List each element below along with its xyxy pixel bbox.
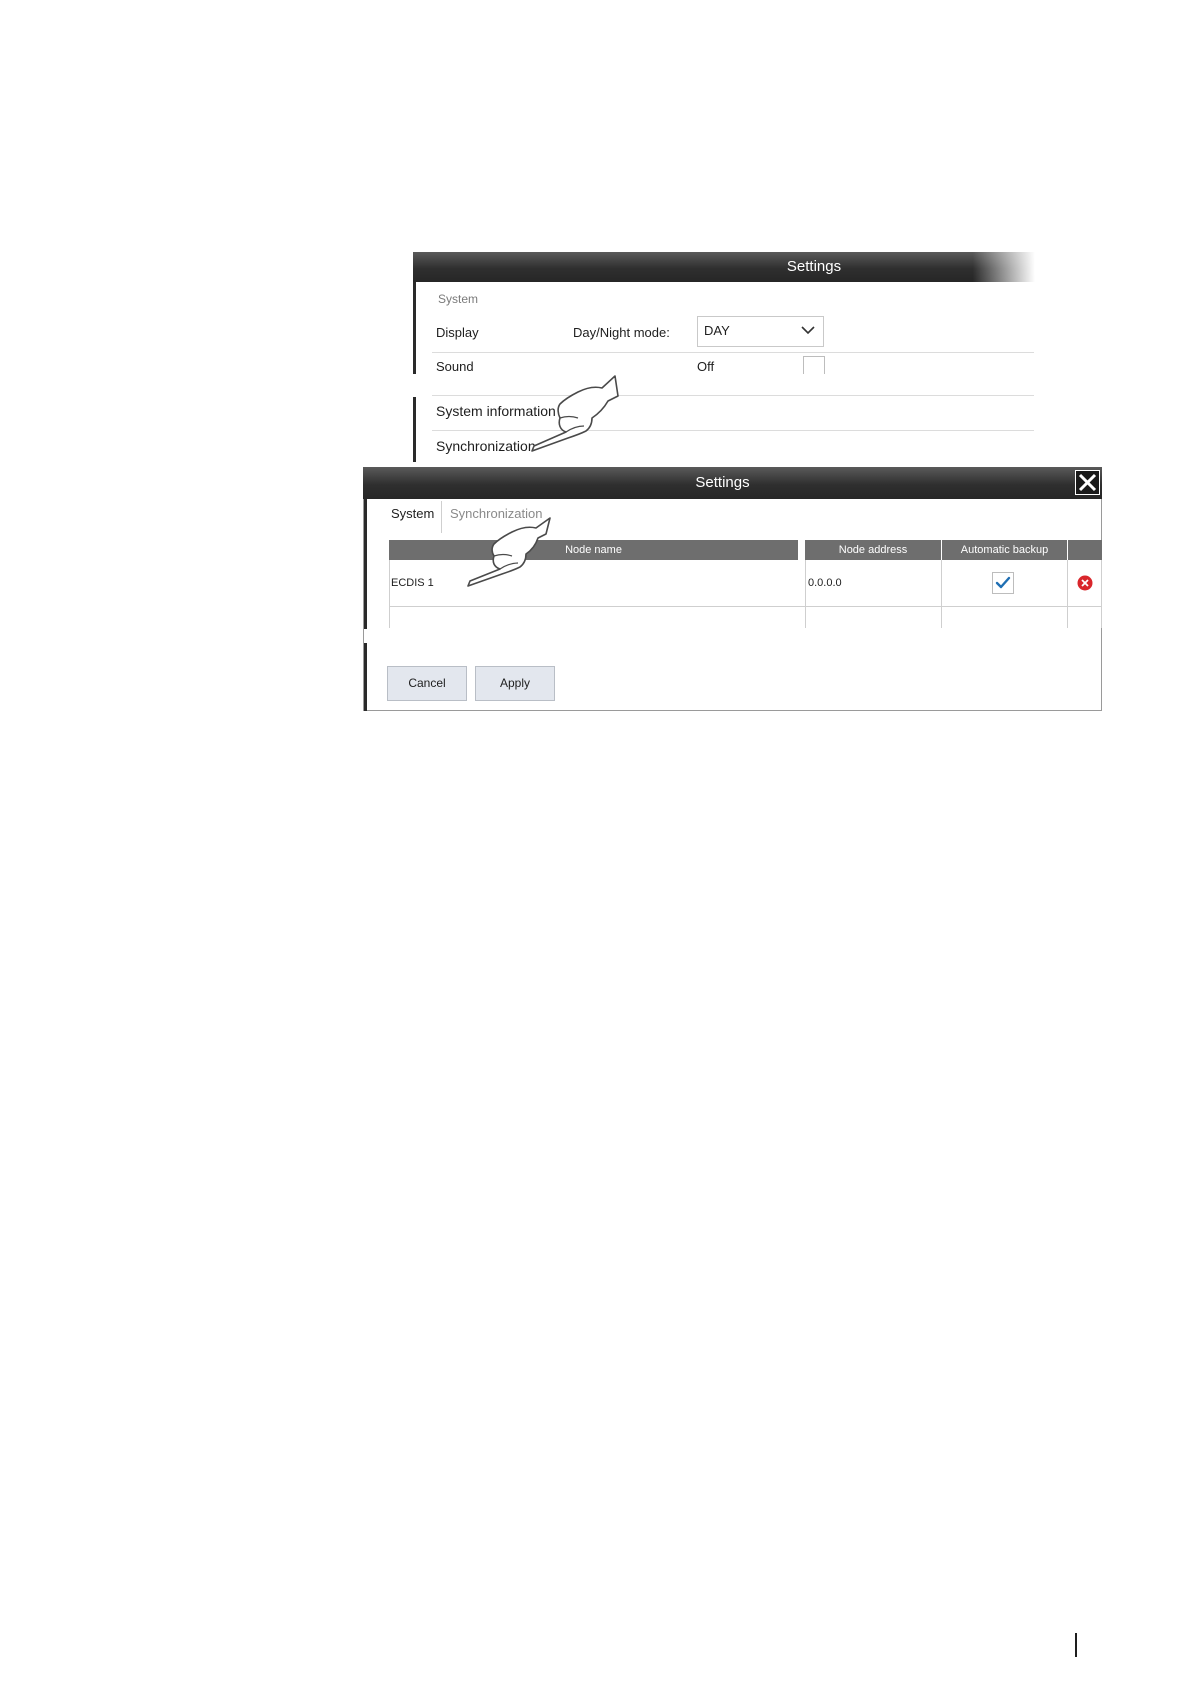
table-gridline [389, 606, 1102, 607]
cancel-button[interactable]: Cancel [387, 666, 467, 701]
table-gridline [805, 560, 806, 628]
display-row-label[interactable]: Display [436, 325, 479, 340]
apply-button[interactable]: Apply [475, 666, 555, 701]
synchronization-item[interactable]: Synchronization [436, 438, 536, 454]
automatic-backup-checkbox[interactable] [992, 572, 1014, 594]
panel-edge [413, 282, 416, 374]
system-settings-panel: Settings System Display Day/Night mode: … [413, 252, 1035, 462]
sound-value: Off [697, 359, 715, 374]
close-button[interactable] [1075, 470, 1100, 495]
day-night-mode-dropdown[interactable]: DAY [697, 316, 824, 347]
settings-dialog-title: Settings [695, 474, 750, 491]
day-night-mode-label: Day/Night mode: [573, 325, 670, 340]
settings-dialog-titlebar: Settings [363, 467, 1102, 499]
column-header-node-name: Node name [389, 540, 798, 560]
delete-node-icon[interactable] [1077, 575, 1093, 591]
row-divider [432, 352, 1034, 353]
sound-row-label[interactable]: Sound [436, 359, 474, 374]
pointing-hand-icon [531, 375, 619, 452]
table-gridline [941, 560, 942, 628]
chevron-down-icon [801, 326, 815, 335]
row-divider [432, 395, 1034, 396]
sound-checkbox[interactable] [803, 356, 825, 374]
column-header-delete [1068, 540, 1102, 560]
settings-titlebar: Settings [413, 252, 1035, 282]
table-gridline [389, 560, 390, 628]
dialog-edge [364, 499, 367, 629]
dialog-edge [364, 643, 367, 711]
close-icon [1078, 473, 1097, 492]
column-header-node-address: Node address [805, 540, 941, 560]
pointing-hand-icon [467, 517, 551, 587]
row-divider [432, 430, 1034, 431]
node-address-cell: 0.0.0.0 [808, 577, 842, 589]
tab-divider [441, 501, 442, 533]
checkmark-icon [995, 576, 1011, 589]
settings-title: Settings [786, 258, 842, 275]
table-gridline [1101, 560, 1102, 628]
tab-system[interactable]: System [391, 499, 434, 531]
page-number-marker [1075, 1633, 1077, 1657]
day-night-mode-value: DAY [704, 323, 730, 338]
column-header-automatic-backup: Automatic backup [942, 540, 1067, 560]
node-name-cell: ECDIS 1 [391, 577, 434, 589]
section-label-system: System [438, 292, 479, 306]
table-gridline [1067, 560, 1068, 628]
panel-edge [413, 397, 416, 462]
